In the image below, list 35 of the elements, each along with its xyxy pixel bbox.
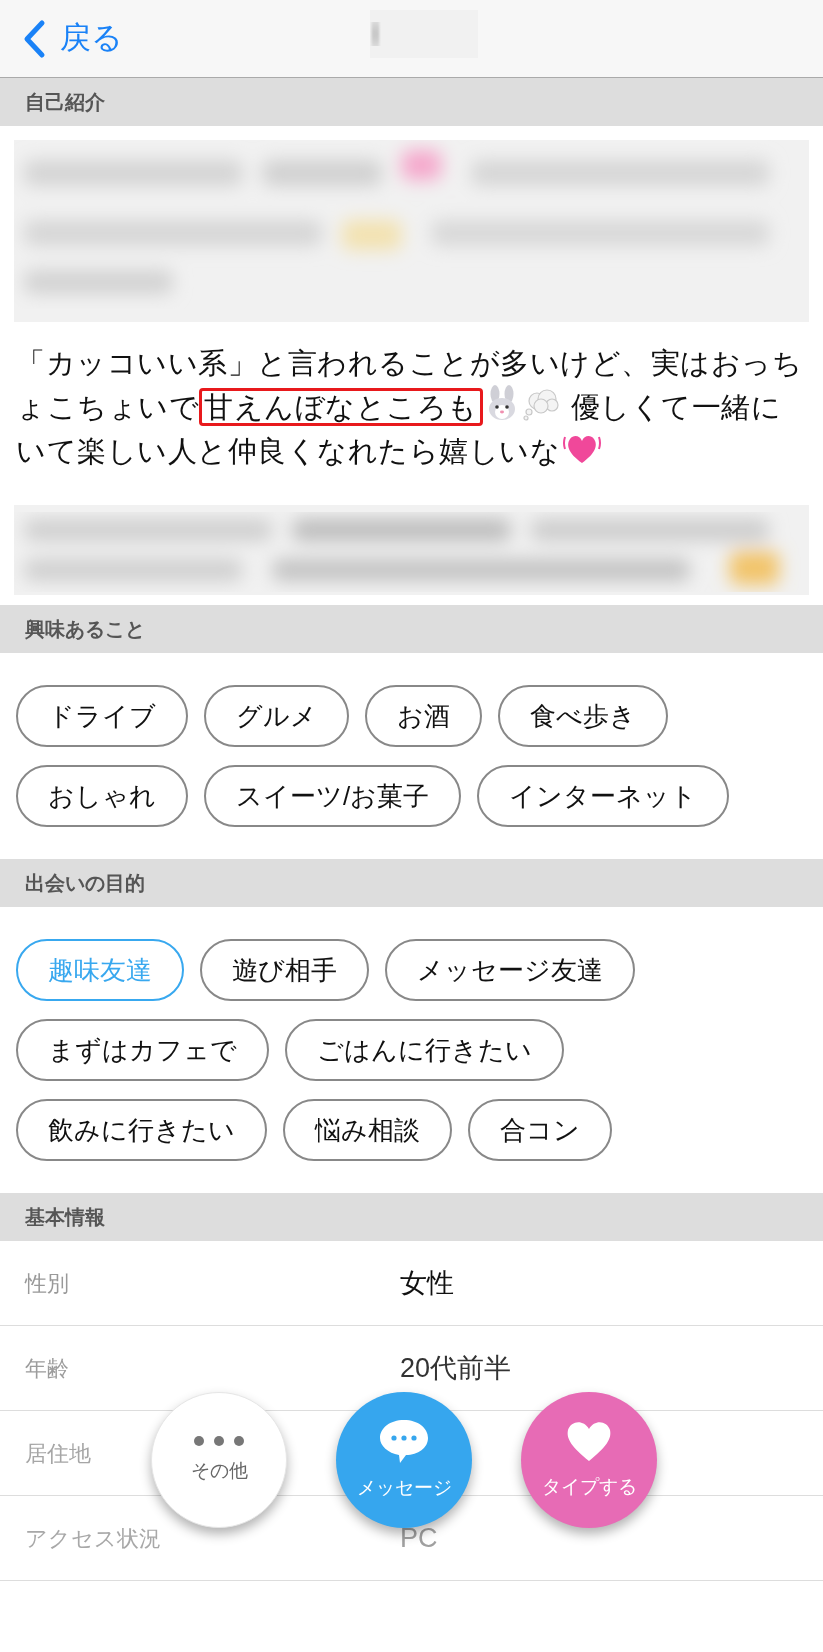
tag-chip[interactable]: 遊び相手	[200, 939, 369, 1001]
tag-chip[interactable]: 悩み相談	[283, 1099, 452, 1161]
tag-chip[interactable]: グルメ	[204, 685, 349, 747]
action-label: その他	[190, 1458, 248, 1483]
tag-chip[interactable]: お酒	[365, 685, 482, 747]
action-label: タイプする	[541, 1474, 637, 1499]
tag-chip[interactable]: スイーツ/お菓子	[204, 765, 462, 827]
intro-paragraph: 「カッコいい系」と言われることが多いけど、実はおっちょこちょいで 甘えんぼなところも 優しくて一緒にいて楽しい人と仲良くなれたら嬉しいな	[15, 346, 803, 469]
tag-chip[interactable]: 飲みに行きたい	[16, 1099, 267, 1161]
tag-chip[interactable]: まずはカフェで	[16, 1019, 269, 1081]
tag-chip[interactable]: おしゃれ	[16, 765, 188, 827]
info-value: 女性	[400, 1266, 454, 1300]
section-header: 興味あること	[0, 605, 823, 653]
speech-bubble-icon	[378, 1417, 430, 1464]
back-chevron-icon	[22, 18, 46, 59]
tag-chip[interactable]: ごはんに行きたい	[285, 1019, 564, 1081]
info-label: 年齢	[25, 1355, 69, 1381]
info-value: 20代前半	[400, 1351, 512, 1385]
info-label: 性別	[25, 1270, 69, 1296]
tag-chip[interactable]: 合コン	[468, 1099, 612, 1161]
more-action-button[interactable]: その他	[151, 1392, 287, 1528]
section-header: 自己紹介	[0, 78, 823, 126]
thought-bubble-icon	[522, 387, 561, 421]
tag-chip[interactable]: 食べ歩き	[498, 685, 668, 747]
highlight-box: 甘えんぼなところも	[199, 388, 483, 426]
tag-chip[interactable]: メッセージ友達	[385, 939, 635, 1001]
back-button[interactable]: 戻る	[22, 15, 123, 62]
info-label: 居住地	[25, 1440, 91, 1466]
action-label: メッセージ	[356, 1475, 452, 1500]
tag-chip[interactable]: インターネット	[477, 765, 730, 827]
section-header: 出会いの目的	[0, 859, 823, 907]
info-label: アクセス状況	[25, 1525, 161, 1551]
tag-chip[interactable]: ドライブ	[16, 685, 188, 747]
more-icon	[193, 1434, 245, 1447]
section-header: 基本情報	[0, 1193, 823, 1241]
